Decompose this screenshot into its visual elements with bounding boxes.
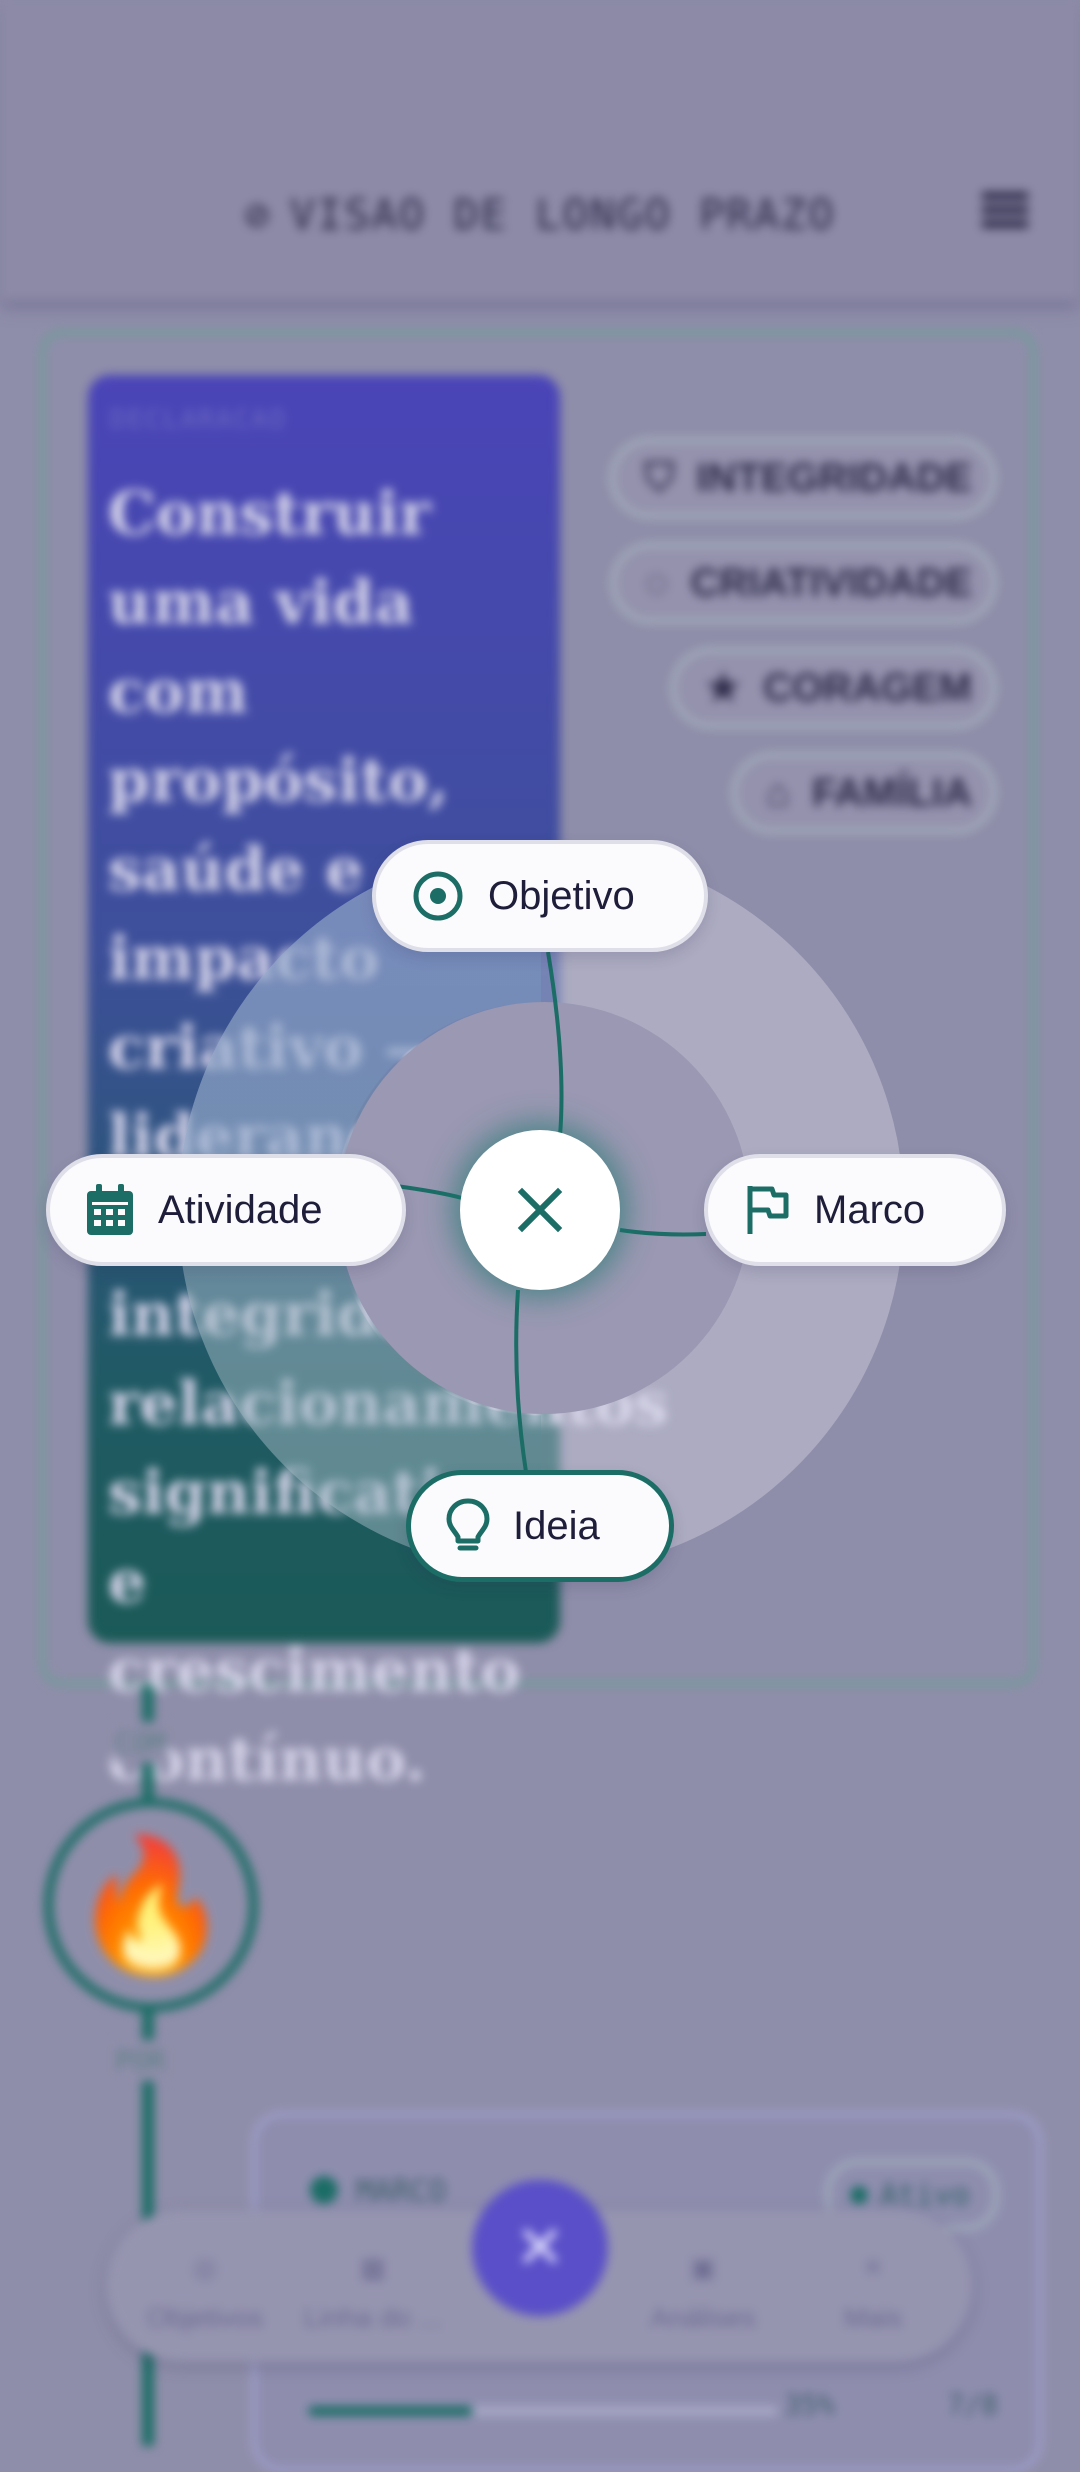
close-menu-button[interactable] — [460, 1130, 620, 1290]
option-atividade[interactable]: Atividade — [46, 1154, 406, 1266]
calendar-icon — [87, 1184, 133, 1235]
option-marco[interactable]: Marco — [704, 1154, 1006, 1266]
close-icon — [517, 1187, 563, 1233]
lightbulb-icon — [446, 1498, 490, 1551]
option-objetivo[interactable]: Objetivo — [372, 840, 708, 952]
flag-icon — [747, 1186, 789, 1234]
option-ideia[interactable]: Ideia — [406, 1470, 674, 1582]
target-icon — [413, 871, 463, 921]
quick-add-overlay[interactable]: Objetivo Atividade Marco Ideia — [0, 0, 1080, 2424]
